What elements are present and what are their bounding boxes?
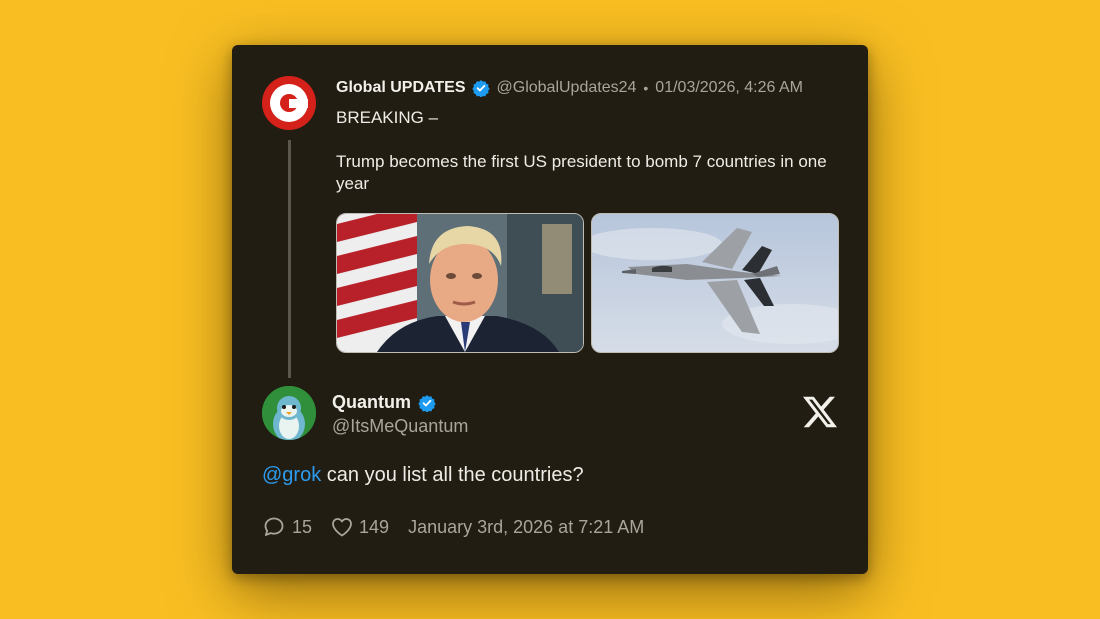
- quantum-avatar[interactable]: [262, 386, 316, 440]
- verified-badge-icon: [471, 80, 490, 97]
- original-post-timestamp[interactable]: 01/03/2026, 4:26 AM: [655, 79, 803, 97]
- heart-icon: [332, 518, 352, 537]
- post-line-headline: Trump becomes the first US president to …: [336, 152, 827, 193]
- post-line-breaking: BREAKING –: [336, 108, 439, 127]
- original-author-name[interactable]: Global UPDATES: [336, 79, 466, 97]
- global-updates-avatar[interactable]: [262, 76, 316, 130]
- comment-count: 15: [292, 516, 313, 537]
- reply-date[interactable]: January 3rd, 2026 at 7:21 AM: [408, 517, 644, 538]
- original-post-text: BREAKING – Trump becomes the first US pr…: [336, 107, 856, 195]
- original-post-header: Global UPDATES @GlobalUpdates24 • 01/03/…: [336, 77, 803, 99]
- verified-badge-icon: [418, 394, 436, 412]
- separator-dot: •: [643, 80, 649, 96]
- thread-line: [288, 140, 291, 378]
- reply-author-name[interactable]: Quantum: [332, 392, 411, 413]
- reply-text: @grok can you list all the countries?: [262, 464, 584, 487]
- comment-button[interactable]: 15: [262, 515, 312, 539]
- photo-trump[interactable]: [336, 213, 584, 353]
- reply-body: can you list all the countries?: [321, 464, 584, 486]
- photo-fighter-jet[interactable]: [591, 213, 839, 353]
- reply-author-row: Quantum: [332, 392, 443, 413]
- mention-link[interactable]: @grok: [262, 464, 321, 486]
- tweet-card: Global UPDATES @GlobalUpdates24 • 01/03/…: [232, 45, 868, 574]
- like-count: 149: [359, 516, 390, 537]
- reply-author-handle[interactable]: @ItsMeQuantum: [332, 416, 468, 437]
- comment-icon: [264, 517, 284, 536]
- reply-footer: 15 149 January 3rd, 2026 at 7:21 AM: [262, 515, 644, 539]
- like-button[interactable]: 149: [330, 515, 389, 539]
- trump-photo-illustration: [337, 214, 583, 352]
- x-logo-icon[interactable]: [803, 395, 837, 429]
- fighter-jet-illustration: [592, 228, 838, 344]
- penguin-avatar-icon: [262, 386, 316, 440]
- original-author-handle[interactable]: @GlobalUpdates24: [497, 79, 637, 97]
